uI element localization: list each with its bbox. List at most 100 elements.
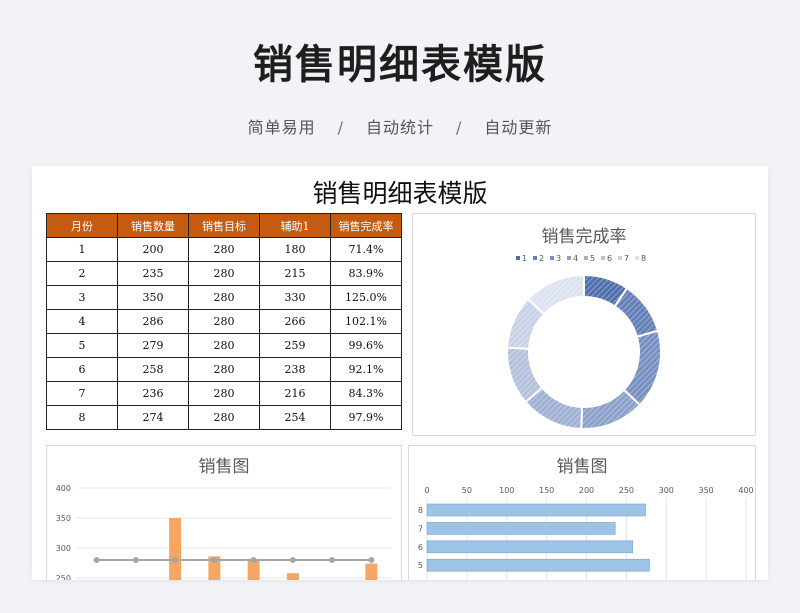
table-cell[interactable]: 235	[117, 261, 189, 286]
sales-table: 月份 销售数量 销售目标 辅助1 销售完成率 1 200 280 180 71.…	[46, 213, 402, 430]
table-cell[interactable]: 236	[117, 381, 189, 406]
column-header: 月份	[46, 213, 118, 238]
table-cell[interactable]: 259	[259, 333, 331, 358]
table-cell[interactable]: 71.4%	[330, 237, 402, 262]
bar[interactable]	[169, 518, 182, 580]
table-cell[interactable]: 83.9%	[330, 261, 402, 286]
table-row: 1 200 280 180 71.4%	[46, 237, 402, 262]
x-tick-label: 0	[424, 486, 429, 495]
legend-label: 6	[607, 254, 612, 263]
table-cell[interactable]: 200	[117, 237, 189, 262]
x-tick-label: 350	[698, 486, 713, 495]
table-cell[interactable]: 215	[259, 261, 331, 286]
table-cell[interactable]: 7	[46, 381, 118, 406]
table-cell[interactable]: 280	[188, 333, 260, 358]
table-cell[interactable]: 280	[188, 309, 260, 334]
hbar[interactable]	[426, 558, 650, 572]
table-cell[interactable]: 274	[117, 405, 189, 430]
hbar[interactable]	[426, 522, 616, 535]
legend-swatch	[533, 256, 537, 260]
table-cell[interactable]: 125.0%	[330, 285, 402, 310]
spreadsheet-preview: 销售明细表模版 月份 销售数量 销售目标 辅助1 销售完成率 1 200 280…	[32, 166, 768, 580]
table-cell[interactable]: 2	[46, 261, 118, 286]
table-cell[interactable]: 6	[46, 357, 118, 382]
sheet-title: 销售明细表模版	[312, 179, 488, 208]
legend-label: 7	[624, 254, 629, 263]
table-cell[interactable]: 238	[259, 357, 331, 382]
table-cell[interactable]: 266	[259, 309, 331, 334]
y-tick-label: 350	[56, 514, 71, 523]
page-title: 销售明细表模版	[253, 42, 547, 88]
table-cell[interactable]: 280	[188, 285, 260, 310]
column-header: 辅助1	[259, 213, 331, 238]
target-point[interactable]	[289, 557, 296, 563]
table-cell[interactable]: 5	[46, 333, 118, 358]
table-cell[interactable]: 8	[46, 405, 118, 430]
y-tick-label: 300	[56, 544, 71, 553]
subtitle-item: 自动更新	[484, 118, 553, 137]
subtitle-item: 简单易用	[247, 118, 316, 137]
x-tick-label: 250	[619, 486, 634, 495]
legend-label: 8	[641, 254, 646, 263]
legend-swatch	[567, 256, 571, 260]
table-cell[interactable]: 92.1%	[330, 357, 402, 382]
column-header: 销售目标	[188, 213, 260, 238]
target-point[interactable]	[132, 557, 139, 563]
table-row: 8 274 280 254 97.9%	[46, 405, 402, 430]
target-point[interactable]	[329, 557, 336, 563]
table-cell[interactable]: 4	[46, 309, 118, 334]
table-cell[interactable]: 350	[117, 285, 189, 310]
target-point[interactable]	[211, 557, 218, 563]
table-cell[interactable]: 286	[117, 309, 189, 334]
table-cell[interactable]: 258	[117, 357, 189, 382]
table-row: 3 350 280 330 125.0%	[46, 285, 402, 310]
table-cell[interactable]: 216	[259, 381, 331, 406]
table-cell[interactable]: 330	[259, 285, 331, 310]
table-cell[interactable]: 1	[46, 237, 118, 262]
bar[interactable]	[247, 560, 260, 580]
y-tick-label: 400	[56, 484, 71, 493]
target-point[interactable]	[93, 557, 100, 563]
hbar[interactable]	[426, 540, 634, 554]
target-point[interactable]	[172, 557, 179, 563]
table-cell[interactable]: 3	[46, 285, 118, 310]
table-cell[interactable]: 254	[259, 405, 331, 430]
donut-chart-panel[interactable]: 销售完成率 12345678	[412, 213, 756, 436]
subtitle-separator: /	[456, 118, 463, 137]
page-subtitle: 简单易用 / 自动统计 / 自动更新	[0, 114, 800, 138]
table-cell[interactable]: 99.6%	[330, 333, 402, 358]
table-row: 4 286 280 266 102.1%	[46, 309, 402, 334]
hbar-chart-panel[interactable]: 销售图 0 50 100 150 200 250 300 350 400 8 7 6 5	[408, 445, 756, 580]
target-point[interactable]	[368, 557, 375, 563]
table-cell[interactable]: 180	[259, 237, 331, 262]
legend-label: 5	[590, 254, 595, 263]
table-cell[interactable]: 97.9%	[330, 405, 402, 430]
legend-swatch	[516, 256, 520, 260]
table-cell[interactable]: 102.1%	[330, 309, 402, 334]
bar[interactable]	[365, 563, 378, 580]
table-cell[interactable]: 84.3%	[330, 381, 402, 406]
table-row: 5 279 280 259 99.6%	[46, 333, 402, 358]
x-tick-label: 100	[499, 486, 514, 495]
x-tick-label: 200	[579, 486, 594, 495]
table-row: 7 236 280 216 84.3%	[46, 381, 402, 406]
table-header-row: 月份 销售数量 销售目标 辅助1 销售完成率	[46, 213, 402, 238]
table-cell[interactable]: 280	[188, 357, 260, 382]
y-category-label: 7	[418, 524, 423, 533]
table-cell[interactable]: 280	[188, 381, 260, 406]
table-row: 6 258 280 238 92.1%	[46, 357, 402, 382]
legend-swatch	[601, 256, 605, 260]
target-point[interactable]	[250, 557, 257, 563]
table-cell[interactable]: 280	[188, 261, 260, 286]
table-cell[interactable]: 279	[117, 333, 189, 358]
table-cell[interactable]: 280	[188, 237, 260, 262]
table-cell[interactable]: 280	[188, 405, 260, 430]
bar[interactable]	[286, 573, 299, 580]
legend-swatch	[618, 256, 622, 260]
subtitle-separator: /	[337, 118, 344, 137]
legend-swatch	[635, 256, 639, 260]
donut-chart: 1 2 3 4 5 6 7 8	[506, 254, 662, 430]
x-tick-label: 150	[539, 486, 554, 495]
bar-chart-panel[interactable]: 销售图 400350300250200	[46, 445, 402, 580]
hbar[interactable]	[426, 503, 646, 517]
